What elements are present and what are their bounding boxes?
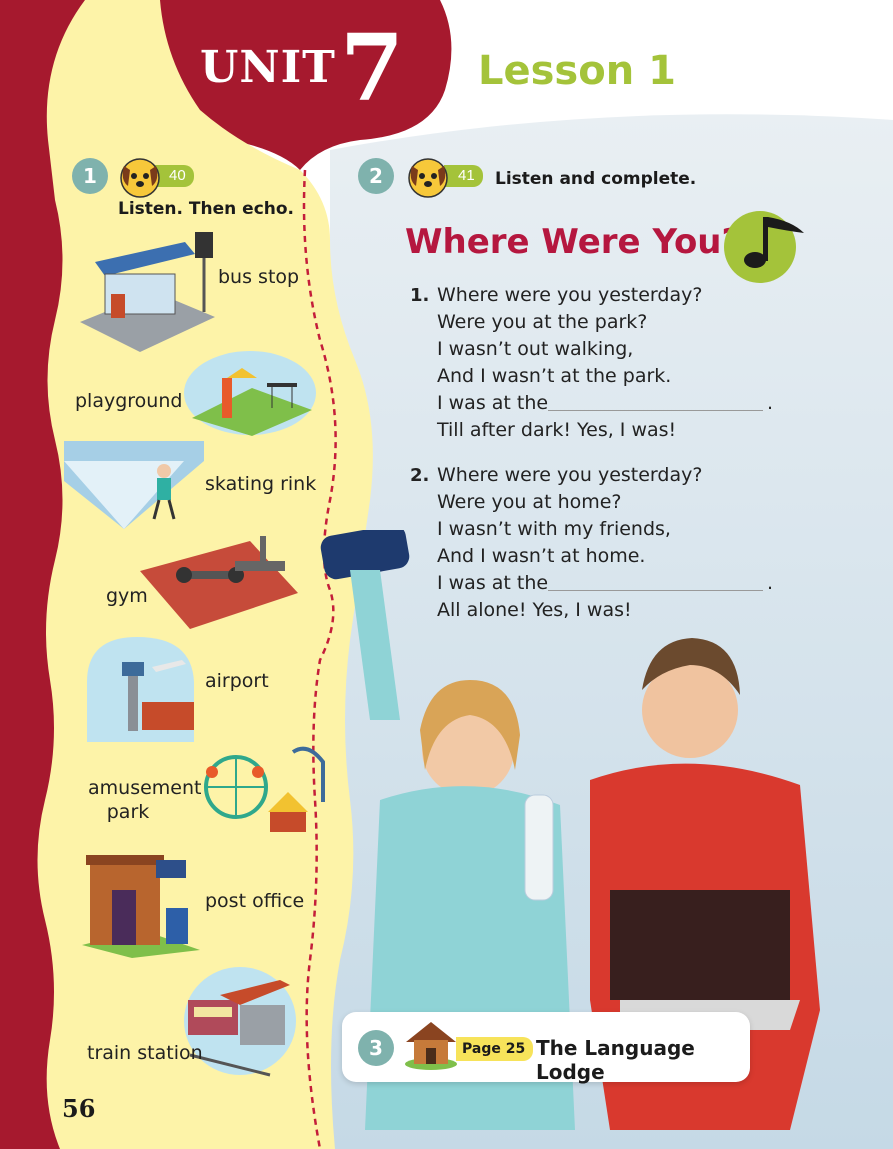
song-line: Were you at the park? <box>437 311 648 333</box>
textbook-page: UNIT 7 Lesson 1 1 40 Listen. Then echo. … <box>0 0 893 1149</box>
blank-period: . <box>767 392 774 414</box>
vocab-post-office: post office <box>205 890 305 912</box>
song-line: Where were you yesterday? <box>437 284 703 306</box>
airport-illustration <box>87 637 194 742</box>
skating-rink-illustration <box>64 441 204 529</box>
song-line: I was at the <box>437 392 549 414</box>
answer-blank[interactable] <box>548 410 763 411</box>
song-title: Where Were You? <box>405 222 742 262</box>
vocab-skating-rink: skating rink <box>205 473 317 495</box>
music-note-icon <box>724 211 804 283</box>
gym-illustration <box>140 536 298 629</box>
post-office-illustration <box>82 855 200 958</box>
song-line: Were you at home? <box>437 491 622 513</box>
activity-3-box[interactable]: 3 Page 25 The Language Lodge <box>342 1012 750 1084</box>
lesson-title: Lesson 1 <box>478 48 676 94</box>
vocab-train-station: train station <box>87 1042 203 1064</box>
verse-number: 2. <box>410 465 430 486</box>
activity-3-number: 3 <box>358 1030 394 1066</box>
vocab-playground: playground <box>75 390 183 412</box>
vocab-airport: airport <box>205 670 269 692</box>
song-line: I wasn’t out walking, <box>437 338 634 360</box>
vocab-amusement-park: amusement park <box>88 777 202 823</box>
vocab-bus-stop: bus stop <box>218 266 300 288</box>
page-number: 56 <box>62 1094 96 1123</box>
bus-stop-illustration <box>80 232 215 352</box>
song-line: And I wasn’t at the park. <box>437 365 672 387</box>
activity-2-number: 2 <box>358 158 394 194</box>
playground-illustration <box>184 351 316 436</box>
activity-1-instruction: Listen. Then echo. <box>118 199 295 219</box>
song-line: Till after dark! Yes, I was! <box>437 419 677 441</box>
vocab-gym: gym <box>106 585 148 607</box>
unit-label: UNIT <box>200 42 336 93</box>
activity-1-number: 1 <box>72 158 108 194</box>
song-line: Where were you yesterday? <box>437 464 703 486</box>
page-reference-badge: Page 25 <box>456 1037 534 1061</box>
amusement-park-illustration <box>204 746 325 832</box>
activity-2-instruction: Listen and complete. <box>495 169 697 189</box>
unit-number: 7 <box>340 14 405 122</box>
activity-3-title: The Language Lodge <box>536 1036 695 1084</box>
listen-dog-icon <box>120 158 160 198</box>
lodge-house-icon <box>405 1022 457 1070</box>
verse-number: 1. <box>410 285 430 306</box>
page-reference: Page 25 <box>462 1041 526 1057</box>
listen-dog-icon <box>408 158 448 198</box>
